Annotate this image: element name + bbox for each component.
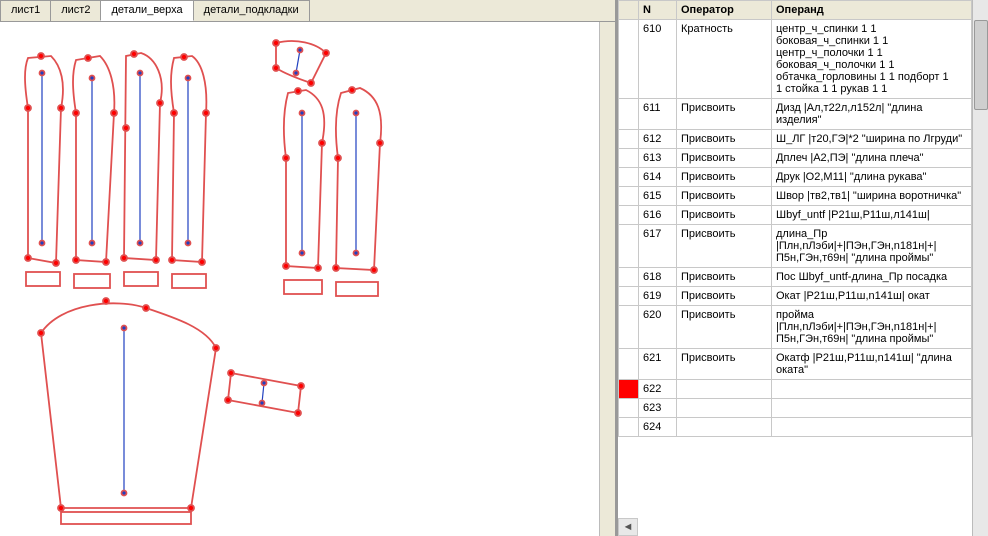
table-row[interactable]: 618ПрисвоитьПос Шbуf_untf-длина_Пр посад…: [619, 268, 972, 287]
cell-n: 624: [639, 418, 677, 437]
cell-n: 621: [639, 349, 677, 380]
cell-operator: Кратность: [677, 20, 772, 99]
cell-operand: Друк |О2,М11| "длина рукава": [772, 168, 972, 187]
table-row[interactable]: 612ПрисвоитьШ_ЛГ |т20,ГЭ|*2 "ширина по Л…: [619, 130, 972, 149]
col-n: N: [639, 1, 677, 20]
table-row[interactable]: 613ПрисвоитьДплеч |А2,ПЭ| "длина плеча": [619, 149, 972, 168]
row-marker: [619, 149, 639, 168]
cell-n: 611: [639, 99, 677, 130]
left-scrollbar[interactable]: [599, 22, 615, 536]
cell-operator: Присвоить: [677, 130, 772, 149]
tab-detali-verha[interactable]: детали_верха: [100, 0, 193, 21]
cell-operand: Ш_ЛГ |т20,ГЭ|*2 "ширина по Лгруди": [772, 130, 972, 149]
cell-n: 619: [639, 287, 677, 306]
cell-operator: Присвоить: [677, 168, 772, 187]
table-row[interactable]: 617Присвоитьдлина_Пр |Плн,nЛэби|+|ПЭн,ГЭ…: [619, 225, 972, 268]
row-marker: [619, 349, 639, 380]
cell-operator: Присвоить: [677, 225, 772, 268]
row-marker: [619, 268, 639, 287]
cell-operand: Окатф |Р21ш,Р11ш,n141ш| "длина оката": [772, 349, 972, 380]
cell-n: 623: [639, 399, 677, 418]
row-marker: [619, 206, 639, 225]
cell-operand: Окат |Р21ш,Р11ш,n141ш| окат: [772, 287, 972, 306]
cell-n: 612: [639, 130, 677, 149]
tab-bar: лист1 лист2 детали_верха детали_подкладк…: [0, 0, 615, 22]
cell-operator: Присвоить: [677, 287, 772, 306]
cell-operator: Присвоить: [677, 306, 772, 349]
cell-operand: Шbуf_untf |Р21ш,Р11ш,л141ш|: [772, 206, 972, 225]
row-marker: [619, 168, 639, 187]
row-marker: [619, 287, 639, 306]
table-row[interactable]: 624: [619, 418, 972, 437]
col-operator: Оператор: [677, 1, 772, 20]
cell-operand: центр_ч_спинки 1 1 боковая_ч_спинки 1 1 …: [772, 20, 972, 99]
nav-arrow-left-icon[interactable]: ◄: [618, 518, 638, 536]
pattern-drawing: [6, 28, 426, 528]
table-row[interactable]: 615ПрисвоитьШвор |тв2,тв1| "ширина ворот…: [619, 187, 972, 206]
table-row[interactable]: 614ПрисвоитьДрук |О2,М11| "длина рукава": [619, 168, 972, 187]
cell-operator: Присвоить: [677, 149, 772, 168]
cell-operator: Присвоить: [677, 206, 772, 225]
cell-operand: Дизд |Ал,т22л,л152л| "длина изделия": [772, 99, 972, 130]
cell-operand: Дплеч |А2,ПЭ| "длина плеча": [772, 149, 972, 168]
cell-operand: Швор |тв2,тв1| "ширина воротничка": [772, 187, 972, 206]
cell-operator: [677, 399, 772, 418]
table-row[interactable]: 616ПрисвоитьШbуf_untf |Р21ш,Р11ш,л141ш|: [619, 206, 972, 225]
table-row[interactable]: 623: [619, 399, 972, 418]
cell-n: 615: [639, 187, 677, 206]
cell-operator: Присвоить: [677, 268, 772, 287]
table-row[interactable]: 619ПрисвоитьОкат |Р21ш,Р11ш,n141ш| окат: [619, 287, 972, 306]
cell-n: 613: [639, 149, 677, 168]
table-row[interactable]: 622: [619, 380, 972, 399]
cell-operator: [677, 418, 772, 437]
col-operand: Операнд: [772, 1, 972, 20]
row-marker: [619, 130, 639, 149]
cell-n: 610: [639, 20, 677, 99]
col-marker: [619, 1, 639, 20]
cell-operator: Присвоить: [677, 187, 772, 206]
cell-operator: [677, 380, 772, 399]
cell-operand: пройма |Плн,nЛэби|+|ПЭн,ГЭн,n181н|+| П5н…: [772, 306, 972, 349]
cell-n: 614: [639, 168, 677, 187]
cell-operand: Пос Шbуf_untf-длина_Пр посадка: [772, 268, 972, 287]
scroll-thumb[interactable]: [974, 20, 988, 110]
table-row[interactable]: 610Кратностьцентр_ч_спинки 1 1 боковая_ч…: [619, 20, 972, 99]
table-row[interactable]: 620Присвоитьпройма |Плн,nЛэби|+|ПЭн,ГЭн,…: [619, 306, 972, 349]
row-marker: [619, 380, 639, 399]
cell-n: 618: [639, 268, 677, 287]
tab-list2[interactable]: лист2: [50, 0, 101, 21]
row-marker: [619, 418, 639, 437]
cell-n: 617: [639, 225, 677, 268]
cell-operand: [772, 399, 972, 418]
table-row[interactable]: 621ПрисвоитьОкатф |Р21ш,Р11ш,n141ш| "дли…: [619, 349, 972, 380]
row-marker: [619, 306, 639, 349]
script-table-pane: N Оператор Операнд 610Кратностьцентр_ч_с…: [616, 0, 988, 536]
row-marker: [619, 225, 639, 268]
cell-n: 620: [639, 306, 677, 349]
row-marker: [619, 99, 639, 130]
pattern-canvas[interactable]: [0, 22, 615, 536]
tab-detali-podkladki[interactable]: детали_подкладки: [193, 0, 310, 21]
cell-operand: [772, 380, 972, 399]
cell-operator: Присвоить: [677, 99, 772, 130]
cell-operand: длина_Пр |Плн,nЛэби|+|ПЭн,ГЭн,n181н|+| П…: [772, 225, 972, 268]
script-table[interactable]: N Оператор Операнд 610Кратностьцентр_ч_с…: [618, 0, 972, 437]
cell-operator: Присвоить: [677, 349, 772, 380]
cell-n: 616: [639, 206, 677, 225]
row-marker: [619, 187, 639, 206]
cell-operand: [772, 418, 972, 437]
row-marker: [619, 20, 639, 99]
tab-list1[interactable]: лист1: [0, 0, 51, 21]
table-row[interactable]: 611ПрисвоитьДизд |Ал,т22л,л152л| "длина …: [619, 99, 972, 130]
right-scrollbar[interactable]: [972, 0, 988, 536]
row-marker: [619, 399, 639, 418]
cell-n: 622: [639, 380, 677, 399]
